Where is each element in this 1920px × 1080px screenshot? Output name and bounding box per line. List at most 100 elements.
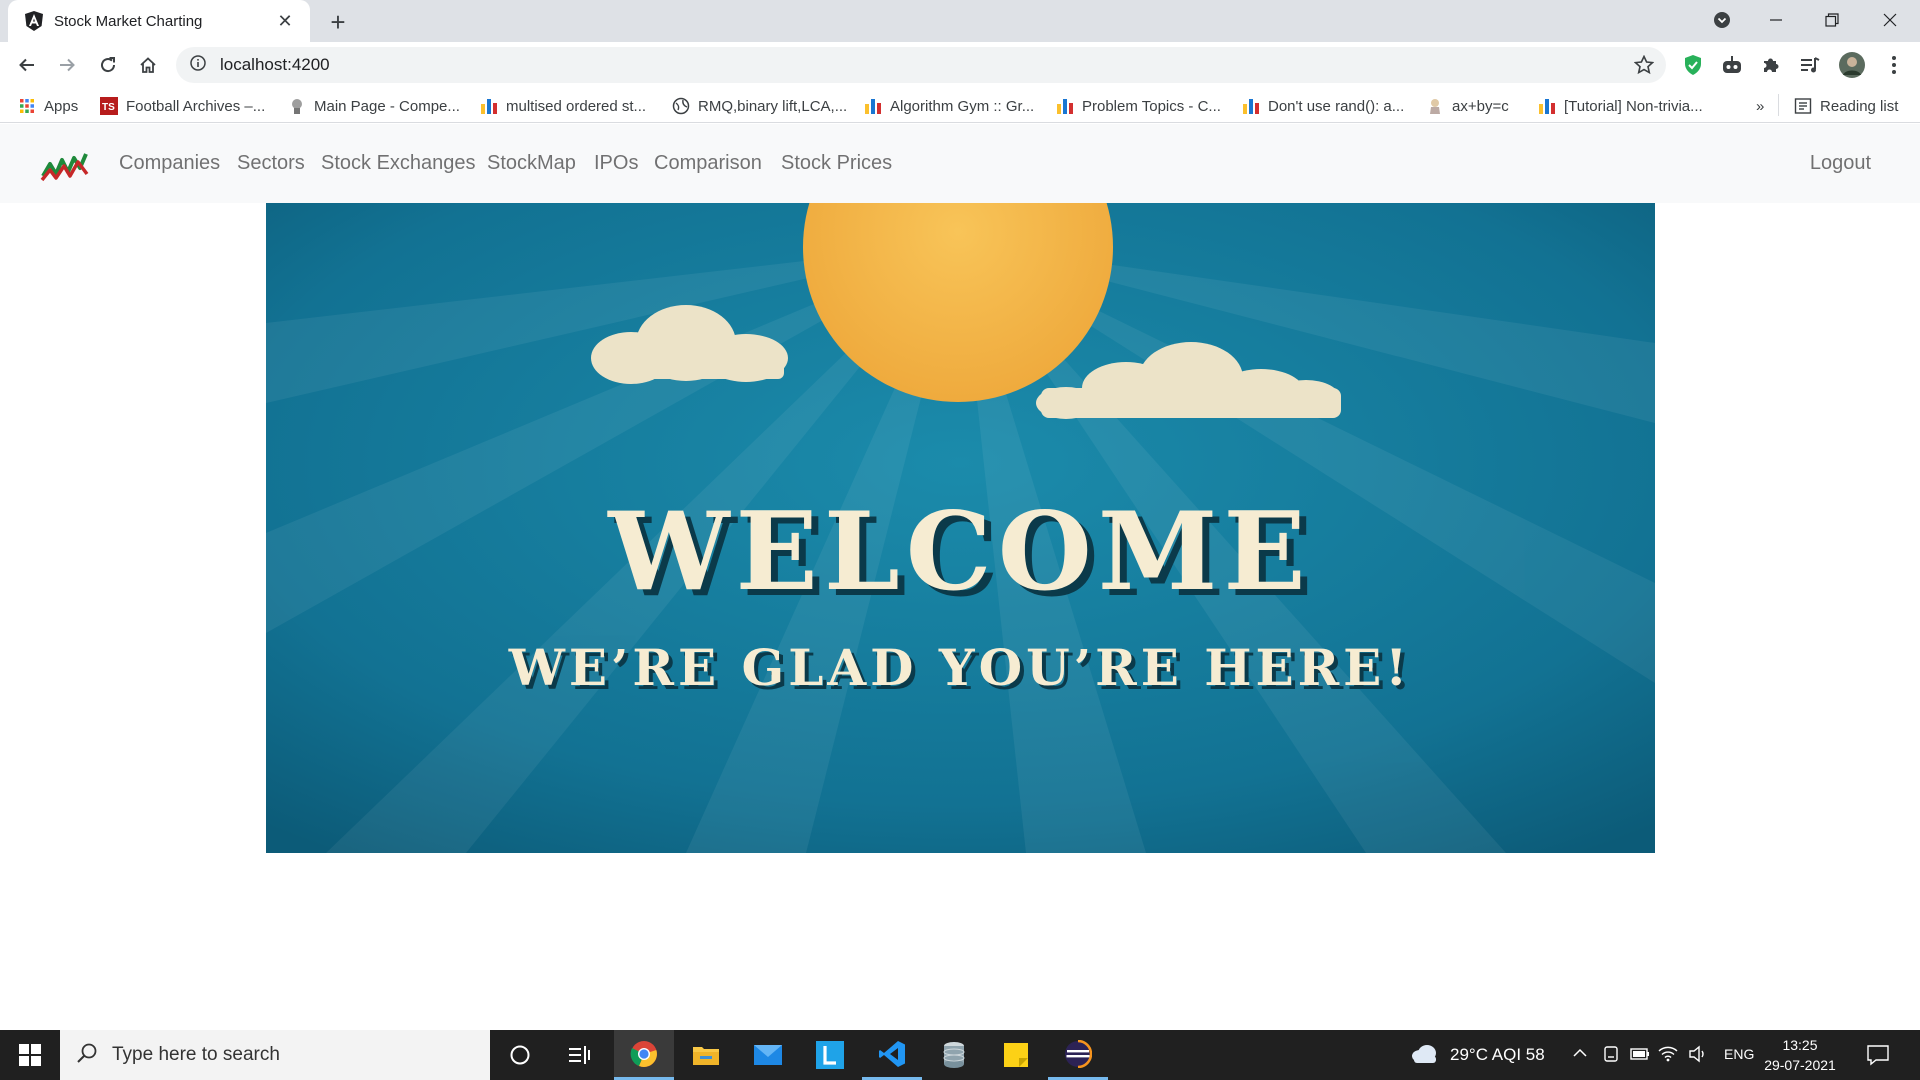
codeforces-icon: [1242, 97, 1260, 115]
extensions-puzzle-icon[interactable]: [1757, 51, 1785, 79]
reload-icon[interactable]: [92, 49, 124, 81]
reading-list-icon: [1794, 97, 1812, 115]
apps-grid-icon: [18, 97, 36, 115]
chrome-taskbar-icon[interactable]: [614, 1030, 674, 1080]
task-view-icon[interactable]: [550, 1030, 610, 1080]
info-icon[interactable]: [190, 54, 206, 76]
app-navbar: Companies Sectors Stock Exchanges StockM…: [0, 124, 1920, 203]
tab-title: Stock Market Charting: [54, 12, 203, 30]
nav-comparison[interactable]: Comparison: [654, 152, 762, 175]
codeforces-icon: [480, 97, 498, 115]
notifications-icon[interactable]: [1866, 1043, 1890, 1072]
logout-link[interactable]: Logout: [1810, 152, 1871, 175]
bookmarks-overflow-icon[interactable]: »: [1756, 94, 1764, 118]
reading-list[interactable]: Reading list: [1794, 94, 1898, 118]
profile-avatar-icon[interactable]: [1838, 51, 1866, 79]
cp-algorithms-icon: [1426, 97, 1444, 115]
bookmark-label: [Tutorial] Non-trivia...: [1564, 97, 1703, 115]
bookmark-main-page[interactable]: Main Page - Compe...: [288, 94, 460, 118]
svg-text:TS: TS: [102, 102, 115, 113]
bookmarks-bar: Apps TS Football Archives –... Main Page…: [0, 88, 1920, 123]
wiki-icon: [288, 97, 306, 115]
eclipse-icon[interactable]: [1048, 1030, 1108, 1080]
chrome-menu-icon[interactable]: [1880, 51, 1908, 79]
wifi-icon[interactable]: [1658, 1044, 1678, 1067]
taskbar-search-box[interactable]: Type here to search: [60, 1030, 490, 1080]
language-indicator[interactable]: ENG: [1724, 1046, 1754, 1062]
cortana-icon[interactable]: [490, 1030, 550, 1080]
back-icon[interactable]: [11, 49, 43, 81]
address-bar[interactable]: localhost:4200: [176, 47, 1666, 83]
sticky-notes-icon[interactable]: [986, 1030, 1046, 1080]
nav-stock-prices[interactable]: Stock Prices: [781, 152, 892, 175]
taskbar-clock[interactable]: 13:25 29-07-2021: [1760, 1035, 1840, 1075]
bookmark-algorithm-gym[interactable]: Algorithm Gym :: Gr...: [864, 94, 1034, 118]
tab-search-icon[interactable]: [1694, 0, 1750, 40]
bookmark-multiset[interactable]: multised ordered st...: [480, 94, 646, 118]
bookmark-label: Main Page - Compe...: [314, 97, 460, 115]
globe-icon: [672, 97, 690, 115]
welcome-subline: WE’RE GLAD YOU’RE HERE!: [508, 638, 1411, 697]
stock-chart-logo-icon[interactable]: [40, 150, 90, 184]
bookmark-label: Don't use rand(): a...: [1268, 97, 1405, 115]
database-icon[interactable]: [924, 1030, 984, 1080]
weather-text[interactable]: 29°C AQI 58: [1450, 1045, 1545, 1065]
welcome-banner-graphic: WELCOME WELCOME WE’RE GLAD YOU’RE HERE! …: [266, 203, 1655, 853]
browser-toolbar: localhost:4200: [0, 42, 1920, 88]
codeforces-icon: [864, 97, 882, 115]
search-icon: [76, 1042, 98, 1069]
file-explorer-icon[interactable]: [676, 1030, 736, 1080]
home-icon[interactable]: [132, 49, 164, 81]
bookmark-axbyc[interactable]: ax+by=c: [1426, 94, 1509, 118]
clock-time: 13:25: [1782, 1037, 1818, 1053]
reading-list-label: Reading list: [1820, 97, 1899, 115]
bookmark-problem-topics[interactable]: Problem Topics - C...: [1056, 94, 1221, 118]
launcher-l-icon[interactable]: [800, 1030, 860, 1080]
nav-companies[interactable]: Companies: [119, 152, 220, 175]
bookmark-star-icon[interactable]: [1633, 54, 1655, 80]
battery-icon[interactable]: [1630, 1047, 1650, 1066]
extension-robot-icon[interactable]: [1718, 51, 1746, 79]
forward-icon[interactable]: [51, 49, 83, 81]
bookmark-label: Algorithm Gym :: Gr...: [890, 97, 1035, 115]
tray-chevron-up-icon[interactable]: [1572, 1046, 1588, 1065]
nav-ipos[interactable]: IPOs: [594, 152, 638, 175]
nav-sectors[interactable]: Sectors: [237, 152, 305, 175]
adblock-shield-icon[interactable]: [1679, 51, 1707, 79]
bookmark-label: Apps: [44, 97, 79, 115]
mail-icon[interactable]: [738, 1030, 798, 1080]
bookmark-label: Problem Topics - C...: [1082, 97, 1221, 115]
nav-stock-exchanges[interactable]: Stock Exchanges: [321, 152, 476, 175]
url-text: localhost:4200: [220, 55, 330, 74]
clock-date: 29-07-2021: [1764, 1057, 1836, 1073]
tray-device-icon[interactable]: [1602, 1045, 1620, 1068]
close-window-icon[interactable]: [1862, 0, 1918, 40]
divider: [1778, 94, 1779, 116]
angular-icon: [24, 11, 44, 31]
bookmark-apps[interactable]: Apps: [18, 94, 78, 118]
volume-icon[interactable]: [1688, 1045, 1708, 1068]
bookmark-dont-use-rand[interactable]: Don't use rand(): a...: [1242, 94, 1404, 118]
restore-icon[interactable]: [1804, 0, 1860, 40]
bookmark-football-archives[interactable]: TS Football Archives –...: [100, 94, 265, 118]
bookmark-label: Football Archives –...: [126, 97, 266, 115]
minimize-icon[interactable]: [1748, 0, 1804, 40]
bookmark-rmq[interactable]: RMQ,binary lift,LCA,...: [672, 94, 847, 118]
bookmark-label: RMQ,binary lift,LCA,...: [698, 97, 848, 115]
vscode-icon[interactable]: [862, 1030, 922, 1080]
bookmark-tutorial[interactable]: [Tutorial] Non-trivia...: [1538, 94, 1703, 118]
welcome-headline: WELCOME: [607, 489, 1311, 615]
new-tab-icon[interactable]: +: [324, 7, 352, 37]
tab-strip: Stock Market Charting ✕ +: [0, 0, 1920, 42]
ts-logo-icon: TS: [100, 97, 118, 115]
weather-cloud-icon[interactable]: [1410, 1043, 1438, 1070]
windows-start-icon[interactable]: [0, 1030, 60, 1080]
welcome-banner: WELCOME WELCOME WE’RE GLAD YOU’RE HERE! …: [266, 203, 1655, 853]
codeforces-icon: [1056, 97, 1074, 115]
nav-stockmap[interactable]: StockMap: [487, 152, 576, 175]
media-queue-icon[interactable]: [1796, 51, 1824, 79]
bookmark-label: ax+by=c: [1452, 97, 1509, 115]
browser-tab[interactable]: Stock Market Charting ✕: [8, 0, 310, 42]
close-tab-icon[interactable]: ✕: [274, 10, 296, 32]
codeforces-icon: [1538, 97, 1556, 115]
